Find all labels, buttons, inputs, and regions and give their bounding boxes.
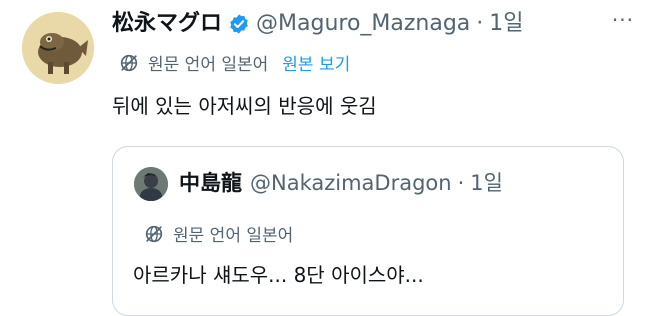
globe-slash-icon (118, 52, 140, 74)
globe-slash-icon (143, 223, 165, 245)
author-avatar[interactable] (22, 12, 94, 84)
quoted-translation-info-row: 원문 언어 일본어 (143, 221, 293, 246)
author-handle[interactable]: @Maguro_Maznaga (256, 6, 470, 42)
translation-label: 원문 언어 일본어 (148, 55, 269, 75)
tweet-timestamp[interactable]: 1일 (489, 6, 523, 42)
translation-info-row: 원문 언어 일본어 원본 보기 (118, 50, 350, 75)
more-horizontal-icon[interactable]: ··· (612, 8, 634, 32)
quoted-tweet-card[interactable]: 中島龍 @NakazimaDragon · 1일 원문 언어 일본어 아르카나 … (112, 146, 624, 316)
separator-dot: · (457, 171, 465, 195)
quoted-tweet-text: 아르카나 섀도우... 8단 아이스야... (133, 263, 424, 287)
quoted-tweet-header: 中島龍 @NakazimaDragon · 1일 (179, 165, 503, 201)
quoted-translation-label: 원문 언어 일본어 (173, 226, 294, 246)
verified-badge-icon (228, 13, 250, 35)
show-original-link[interactable]: 원본 보기 (282, 50, 350, 75)
tweet-header: 松永マグロ @Maguro_Maznaga · 1일 (112, 6, 524, 42)
quoted-author-avatar[interactable] (134, 167, 168, 201)
quoted-author-name[interactable]: 中島龍 (179, 165, 242, 201)
author-name[interactable]: 松永マグロ (112, 6, 222, 42)
character-avatar-image (134, 167, 168, 201)
quoted-tweet-timestamp[interactable]: 1일 (470, 165, 503, 201)
quoted-author-handle[interactable]: @NakazimaDragon (250, 165, 452, 201)
separator-dot: · (476, 11, 484, 36)
tweet-text: 뒤에 있는 아저씨의 반응에 웃김 (112, 94, 377, 118)
fish-creature-avatar-image (22, 12, 94, 84)
